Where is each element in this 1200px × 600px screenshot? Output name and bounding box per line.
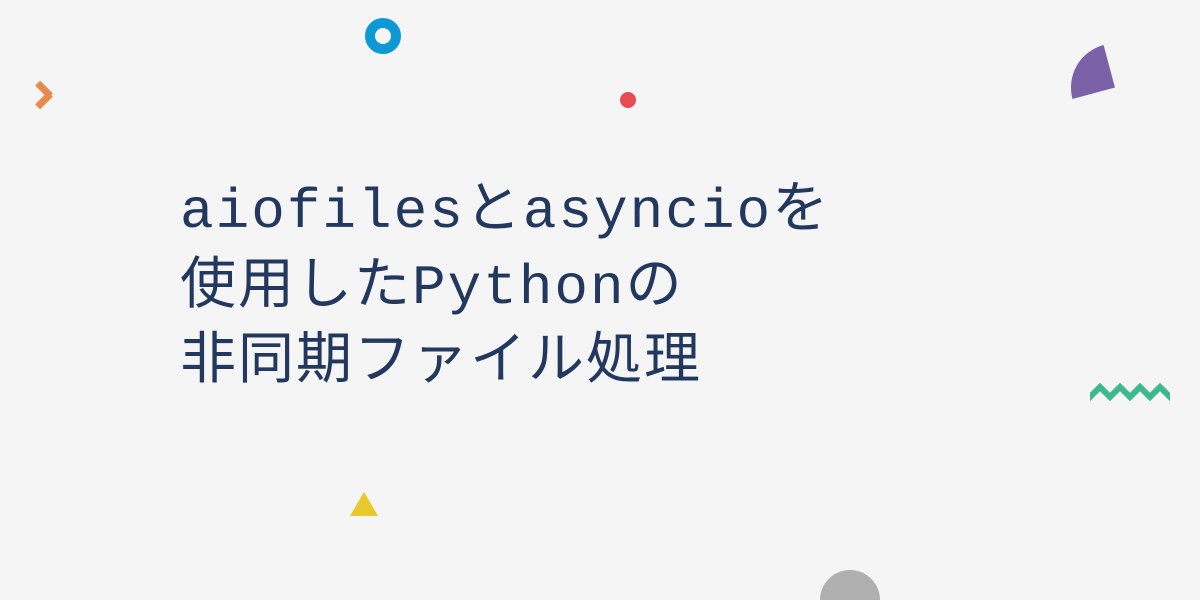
half-circle-icon	[820, 570, 880, 600]
title-container: aiofilesとasyncioを 使用したPythonの 非同期ファイル処理	[180, 175, 830, 402]
zigzag-icon	[1090, 383, 1170, 401]
triangle-icon	[350, 492, 378, 516]
circle-outline-icon	[365, 18, 401, 54]
page-title: aiofilesとasyncioを 使用したPythonの 非同期ファイル処理	[180, 175, 830, 402]
quarter-circle-icon	[1061, 45, 1115, 99]
title-line-1: aiofilesとasyncioを	[180, 180, 830, 244]
red-dot-icon	[620, 92, 636, 108]
title-line-2: 使用したPythonの	[180, 256, 684, 320]
title-line-3: 非同期ファイル処理	[180, 331, 702, 395]
chevron-icon	[35, 82, 53, 108]
